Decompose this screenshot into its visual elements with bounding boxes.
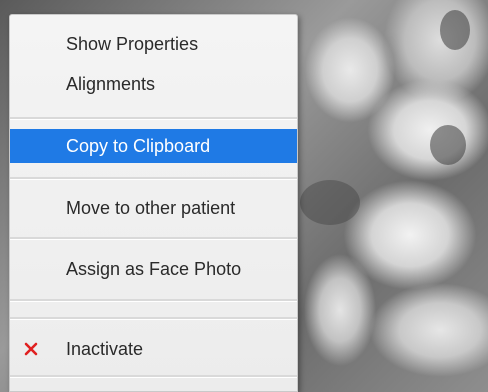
xray-root-canal (440, 10, 470, 50)
menu-item-label: Show Properties (66, 33, 199, 54)
menu-separator (10, 237, 297, 240)
close-icon (24, 342, 38, 356)
menu-item-label: Move to other patient (66, 197, 236, 218)
menu-separator (10, 299, 297, 302)
menu-item-label: Inactivate (66, 338, 144, 359)
menu-item-inactivate[interactable]: Inactivate (10, 332, 297, 366)
xray-pulp-chamber (430, 125, 466, 165)
menu-item-assign-as-face-photo[interactable]: Assign as Face Photo (10, 252, 297, 286)
menu-separator (10, 375, 297, 378)
menu-item-label: Assign as Face Photo (66, 258, 242, 279)
context-menu: Show Properties Alignments Copy to Clipb… (9, 14, 298, 392)
menu-separator (10, 117, 297, 120)
menu-item-show-properties[interactable]: Show Properties (10, 27, 297, 61)
menu-item-label: Copy to Clipboard (66, 135, 211, 156)
menu-item-move-to-other-patient[interactable]: Move to other patient (10, 191, 297, 225)
menu-item-alignments[interactable]: Alignments (10, 67, 297, 101)
menu-item-copy-to-clipboard[interactable]: Copy to Clipboard (10, 129, 297, 163)
menu-separator (10, 177, 297, 180)
menu-item-label: Alignments (66, 73, 156, 94)
xray-gap-shadow (300, 180, 360, 225)
menu-separator (10, 317, 297, 320)
